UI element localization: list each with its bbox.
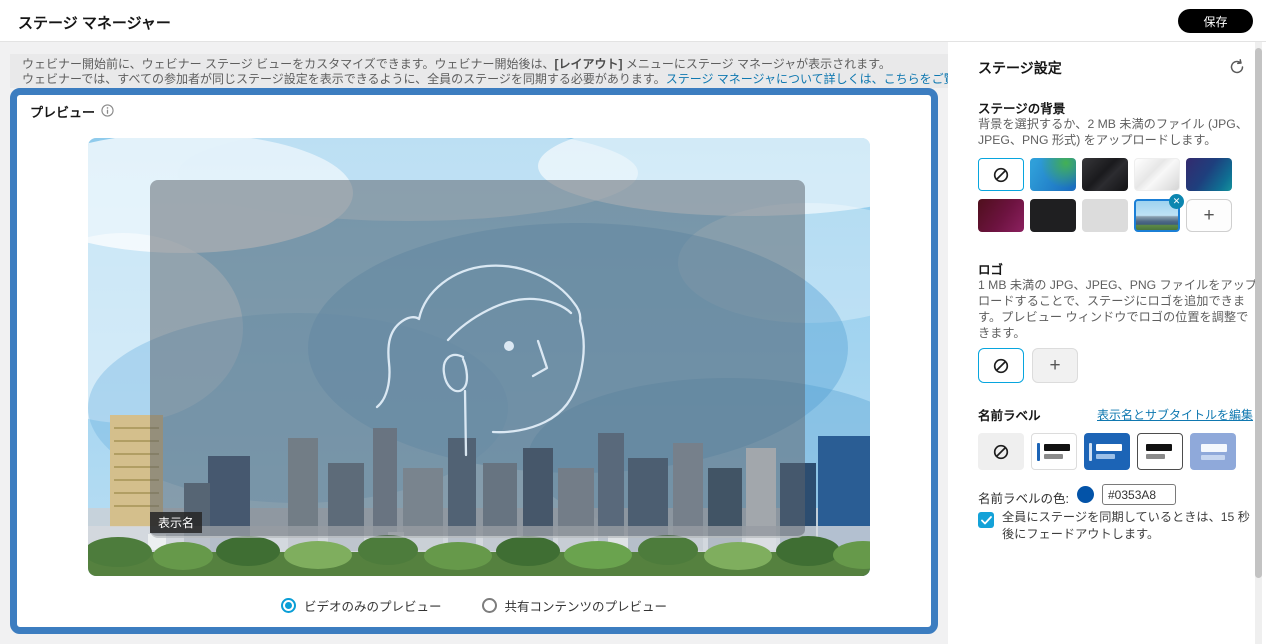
radio-selected-icon <box>280 598 296 613</box>
label-color-dot[interactable] <box>1077 486 1094 503</box>
info-icon[interactable] <box>101 104 114 117</box>
bg-swatch-red-magenta[interactable] <box>978 199 1024 232</box>
sync-fadeout-text: 全員にステージを同期しているときは、15 秒後にフェードアウトします。 <box>1002 510 1250 541</box>
bg-swatch-city-selected[interactable]: ✕ <box>1134 194 1184 232</box>
preview-title: プレビュー <box>30 105 96 120</box>
sync-fadeout-checkbox[interactable] <box>978 512 994 528</box>
header: ステージ マネージャー 保存 <box>0 0 1266 42</box>
background-section-desc: 背景を選択するか、2 MB 未満のファイル (JPG、JPEG、PNG 形式) … <box>978 117 1248 147</box>
logo-section-title: ロゴ <box>978 263 1004 277</box>
radio-video-only[interactable]: ビデオのみのプレビュー <box>280 596 442 615</box>
bg-swatch-gradient-blue-green[interactable] <box>1030 158 1076 191</box>
bg-swatch-purple-teal[interactable] <box>1186 158 1232 191</box>
preview-mode-radios: ビデオのみのプレビュー 共有コンテンツのプレビュー <box>10 596 938 615</box>
block-icon <box>993 167 1009 182</box>
logo-add-button[interactable]: + <box>1032 348 1078 383</box>
bg-swatch-light-wave[interactable] <box>1134 158 1180 191</box>
label-style-black-on-white[interactable] <box>1137 433 1183 470</box>
scrollbar[interactable] <box>1255 42 1262 644</box>
learn-more-link[interactable]: ステージ マネージャについて詳しくは、こちらをご覧ください。 <box>666 72 948 86</box>
page-title: ステージ マネージャー <box>18 15 171 32</box>
block-icon <box>993 444 1009 459</box>
banner-line-2: ウェビナーでは、すべての参加者が同じステージ設定を表示できるように、全員のステー… <box>22 72 948 87</box>
block-icon <box>993 358 1009 373</box>
label-style-white-accent[interactable] <box>1031 433 1077 470</box>
radio-unselected-icon <box>481 598 497 613</box>
settings-title: ステージ設定 <box>978 60 1062 76</box>
label-style-light-blue[interactable] <box>1190 433 1236 470</box>
label-color-caption: 名前ラベルの色: <box>978 492 1069 506</box>
stage-preview-video: 表示名 <box>88 138 870 576</box>
bg-swatch-light-gray[interactable] <box>1082 199 1128 232</box>
bg-swatch-black[interactable] <box>1030 199 1076 232</box>
background-section-title: ステージの背景 <box>978 102 1066 116</box>
name-label-section-title: 名前ラベル <box>978 409 1041 423</box>
radio-shared-content[interactable]: 共有コンテンツのプレビュー <box>481 596 667 615</box>
remove-background-icon[interactable]: ✕ <box>1169 194 1184 209</box>
check-icon <box>980 515 992 524</box>
label-style-blue[interactable] <box>1084 433 1130 470</box>
logo-section-desc: 1 MB 未満の JPG、JPEG、PNG ファイルをアップロードすることで、ス… <box>978 278 1257 340</box>
layout-menu-bold: [レイアウト] <box>554 57 623 71</box>
banner-line-1: ウェビナー開始前に、ウェビナー ステージ ビューをカスタマイズできます。ウェビナ… <box>22 57 891 71</box>
refresh-icon[interactable] <box>1228 58 1246 76</box>
logo-none-button[interactable] <box>978 348 1024 383</box>
bg-swatch-none[interactable] <box>978 158 1024 191</box>
save-button[interactable]: 保存 <box>1178 9 1253 33</box>
stage-manager-page: ステージ マネージャー 保存 ウェビナー開始前に、ウェビナー ステージ ビューを… <box>0 0 1266 644</box>
avatar-placeholder-icon <box>375 264 585 457</box>
label-color-hex-input[interactable] <box>1102 484 1176 505</box>
label-style-none[interactable] <box>978 433 1024 470</box>
scrollbar-thumb[interactable] <box>1255 48 1262 578</box>
bg-add-button[interactable]: + <box>1186 199 1232 232</box>
edit-display-name-link[interactable]: 表示名とサブタイトルを編集 <box>1097 406 1253 423</box>
display-name-tag[interactable]: 表示名 <box>150 512 203 533</box>
info-banner: ウェビナー開始前に、ウェビナー ステージ ビューをカスタマイズできます。ウェビナ… <box>10 54 948 88</box>
stage-area-overlay <box>150 180 805 538</box>
bg-swatch-dark-wave[interactable] <box>1082 158 1128 191</box>
